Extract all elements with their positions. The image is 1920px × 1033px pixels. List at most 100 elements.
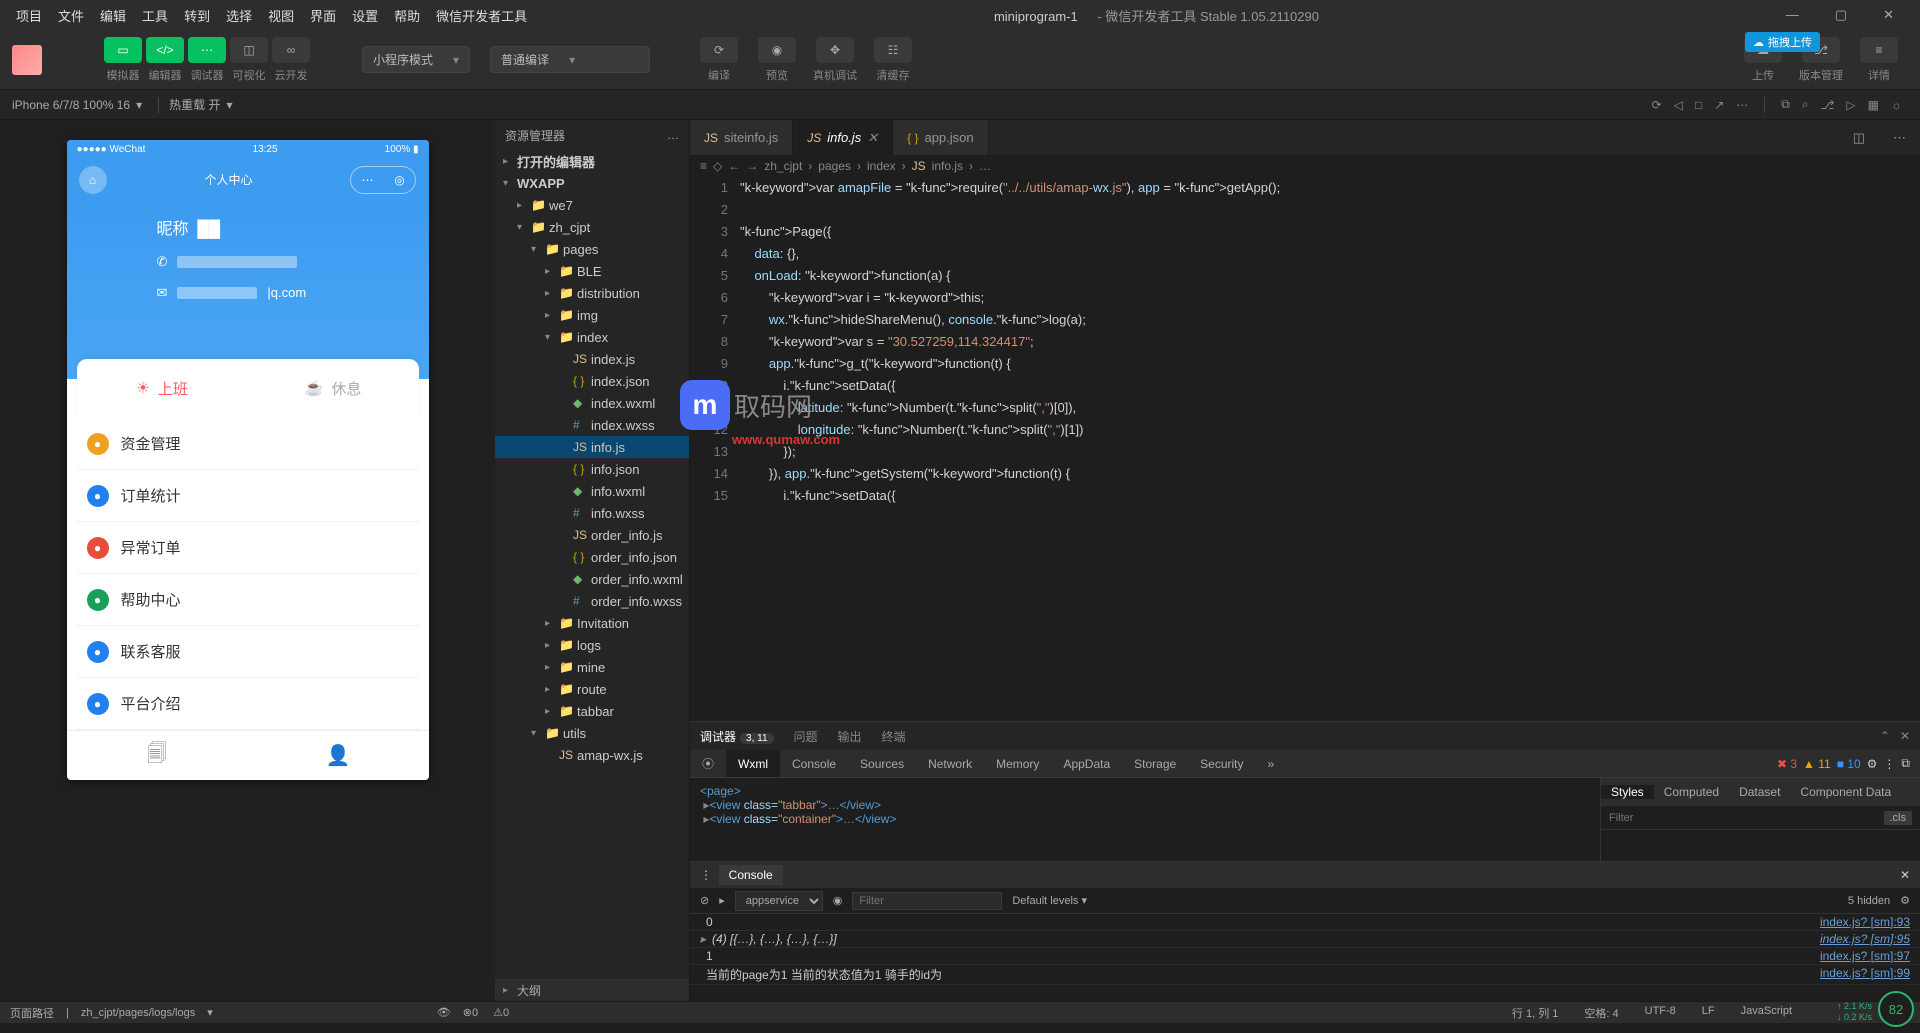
bc-back-icon[interactable]: ← bbox=[728, 159, 740, 173]
debugtab-terminal[interactable]: 终端 bbox=[882, 728, 906, 745]
dvtab-more-icon[interactable]: » bbox=[1256, 750, 1287, 777]
console-context-select[interactable]: appservice bbox=[735, 891, 823, 911]
git-icon[interactable]: ⎇ bbox=[1821, 98, 1835, 112]
tree-item[interactable]: JSinfo.js bbox=[495, 436, 689, 458]
split-editor-icon[interactable]: ◫ bbox=[1839, 120, 1879, 155]
styles-tab-styles[interactable]: Styles bbox=[1601, 785, 1654, 799]
close-icon[interactable]: ✕ bbox=[1875, 7, 1902, 23]
info-count[interactable]: ■ 10 bbox=[1837, 757, 1861, 771]
dvtab-wxml[interactable]: Wxml bbox=[726, 750, 780, 777]
bc-fwd-icon[interactable]: → bbox=[746, 159, 758, 173]
console-play-icon[interactable]: ▸ bbox=[719, 894, 725, 907]
menu-tools[interactable]: 工具 bbox=[134, 6, 176, 25]
tree-item[interactable]: ▾📁utils bbox=[495, 722, 689, 744]
search-icon[interactable]: ⌕ bbox=[1802, 97, 1809, 112]
tab-work[interactable]: ☀上班 bbox=[77, 359, 248, 419]
explorer-more-icon[interactable]: … bbox=[667, 128, 679, 142]
tree-item[interactable]: #order_info.wxss bbox=[495, 590, 689, 612]
tree-item[interactable]: ▸📁route bbox=[495, 678, 689, 700]
menu-settings[interactable]: 设置 bbox=[344, 6, 386, 25]
section-open-editors[interactable]: ▸打开的编辑器 bbox=[495, 150, 689, 172]
tb-preview[interactable]: ◉预览 bbox=[754, 37, 800, 83]
warning-count[interactable]: ▲ 11 bbox=[1803, 757, 1831, 771]
home-icon[interactable]: ⌂ bbox=[79, 166, 107, 194]
tb-editor[interactable]: </>编辑器 bbox=[146, 37, 184, 83]
tree-item[interactable]: { }info.json bbox=[495, 458, 689, 480]
menu-file[interactable]: 文件 bbox=[50, 6, 92, 25]
debug-close-icon[interactable]: ✕ bbox=[1900, 729, 1910, 743]
debug-icon[interactable]: ▷ bbox=[1846, 98, 1855, 112]
minimize-icon[interactable]: — bbox=[1778, 7, 1807, 23]
styles-tab-compdata[interactable]: Component Data bbox=[1790, 785, 1901, 799]
code-editor[interactable]: 123456789101112131415 "k-keyword">var am… bbox=[690, 177, 1920, 721]
devtools-settings-icon[interactable]: ⚙ bbox=[1867, 757, 1878, 771]
statusbar-path[interactable]: zh_cjpt/pages/logs/logs bbox=[81, 1007, 195, 1019]
console-line[interactable]: 0index.js? [sm]:93 bbox=[690, 914, 1920, 931]
device-select[interactable]: iPhone 6/7/8 100% 16 bbox=[12, 98, 130, 112]
tree-item[interactable]: ◆order_info.wxml bbox=[495, 568, 689, 590]
tab-siteinfo[interactable]: JSsiteinfo.js bbox=[690, 120, 793, 155]
console-line[interactable]: ▸(4) [{…}, {…}, {…}, {…}]index.js? [sm]:… bbox=[690, 931, 1920, 948]
menu-devtools[interactable]: 微信开发者工具 bbox=[428, 6, 535, 25]
capsule-close-icon[interactable]: ◎ bbox=[383, 167, 415, 193]
tree-item[interactable]: ▸📁tabbar bbox=[495, 700, 689, 722]
menu-item[interactable]: ●订单统计 bbox=[77, 470, 419, 522]
devtools-more-icon[interactable]: ⋮ bbox=[1883, 757, 1895, 771]
statusbar-lang[interactable]: JavaScript bbox=[1741, 1005, 1792, 1021]
tb-details[interactable]: ≡详情 bbox=[1856, 37, 1902, 83]
statusbar-eye-icon[interactable]: 👁 bbox=[437, 1006, 451, 1019]
debugtab-problems[interactable]: 问题 bbox=[794, 728, 818, 745]
console-settings-icon[interactable]: ⚙ bbox=[1900, 894, 1910, 907]
bc-bookmark-icon[interactable]: ◇ bbox=[713, 159, 722, 173]
devtools-dock-icon[interactable]: ⧉ bbox=[1901, 756, 1910, 771]
tree-item[interactable]: ◆info.wxml bbox=[495, 480, 689, 502]
menu-item[interactable]: ●异常订单 bbox=[77, 522, 419, 574]
capsule-menu-icon[interactable]: ⋯ bbox=[351, 167, 383, 193]
dvtab-memory[interactable]: Memory bbox=[984, 750, 1051, 777]
refresh-icon[interactable]: ⟳ bbox=[1652, 98, 1662, 112]
drag-upload-badge[interactable]: ☁拖拽上传 bbox=[1745, 32, 1820, 52]
statusbar-encoding[interactable]: UTF-8 bbox=[1645, 1005, 1676, 1021]
tb-cloud[interactable]: ∞云开发 bbox=[272, 37, 310, 83]
tree-item[interactable]: ◆index.wxml bbox=[495, 392, 689, 414]
menu-ui[interactable]: 界面 bbox=[302, 6, 344, 25]
styles-filter-input[interactable] bbox=[1609, 812, 1884, 824]
tree-item[interactable]: ▸📁distribution bbox=[495, 282, 689, 304]
console-clear-icon[interactable]: ⊘ bbox=[700, 894, 709, 907]
tree-item[interactable]: ▸📁BLE bbox=[495, 260, 689, 282]
console-line[interactable]: 当前的page为1 当前的状态值为1 骑手的id为index.js? [sm]:… bbox=[690, 965, 1920, 985]
mode-select[interactable]: 小程序模式 bbox=[362, 46, 470, 73]
tree-item[interactable]: { }order_info.json bbox=[495, 546, 689, 568]
wxml-tree[interactable]: <page> ▸<view class="tabbar">…</view> ▸<… bbox=[690, 778, 1600, 861]
tree-item[interactable]: ▸📁logs bbox=[495, 634, 689, 656]
tree-item[interactable]: JSorder_info.js bbox=[495, 524, 689, 546]
tree-item[interactable]: ▸📁we7 bbox=[495, 194, 689, 216]
tab-rest[interactable]: ☕休息 bbox=[248, 359, 419, 419]
console-levels-select[interactable]: Default levels ▾ bbox=[1012, 894, 1087, 907]
tree-item[interactable]: ▸📁mine bbox=[495, 656, 689, 678]
menu-edit[interactable]: 编辑 bbox=[92, 6, 134, 25]
menu-project[interactable]: 项目 bbox=[8, 6, 50, 25]
menu-view[interactable]: 视图 bbox=[260, 6, 302, 25]
section-outline[interactable]: ▸大纲 bbox=[495, 979, 689, 1001]
menu-select[interactable]: 选择 bbox=[218, 6, 260, 25]
error-count[interactable]: ✖ 3 bbox=[1777, 757, 1797, 771]
devtools-inspect-icon[interactable]: ⦿ bbox=[690, 750, 726, 777]
section-root[interactable]: ▾WXAPP bbox=[495, 172, 689, 194]
styles-tab-dataset[interactable]: Dataset bbox=[1729, 785, 1790, 799]
explorer-toggle-icon[interactable]: ⧉ bbox=[1781, 97, 1790, 112]
bc-fold-icon[interactable]: ≡ bbox=[700, 159, 707, 173]
tb-debugger[interactable]: ⋯调试器 bbox=[188, 37, 226, 83]
tabbar-profile-icon[interactable]: 👤 bbox=[248, 731, 429, 780]
tab-info[interactable]: JSinfo.js✕ bbox=[793, 120, 893, 155]
dvtab-appdata[interactable]: AppData bbox=[1051, 750, 1122, 777]
menu-item[interactable]: ●资金管理 bbox=[77, 418, 419, 470]
tree-item[interactable]: JSindex.js bbox=[495, 348, 689, 370]
tb-remote-debug[interactable]: ✥真机调试 bbox=[812, 37, 858, 83]
tab-close-icon[interactable]: ✕ bbox=[867, 130, 878, 146]
debugtab-output[interactable]: 输出 bbox=[838, 728, 862, 745]
console-menu-icon[interactable]: ⋮ bbox=[700, 868, 712, 882]
user-avatar[interactable] bbox=[12, 45, 42, 75]
tree-item[interactable]: JSamap-wx.js bbox=[495, 744, 689, 766]
hotreload-toggle[interactable]: 热重载 开 bbox=[169, 96, 220, 113]
